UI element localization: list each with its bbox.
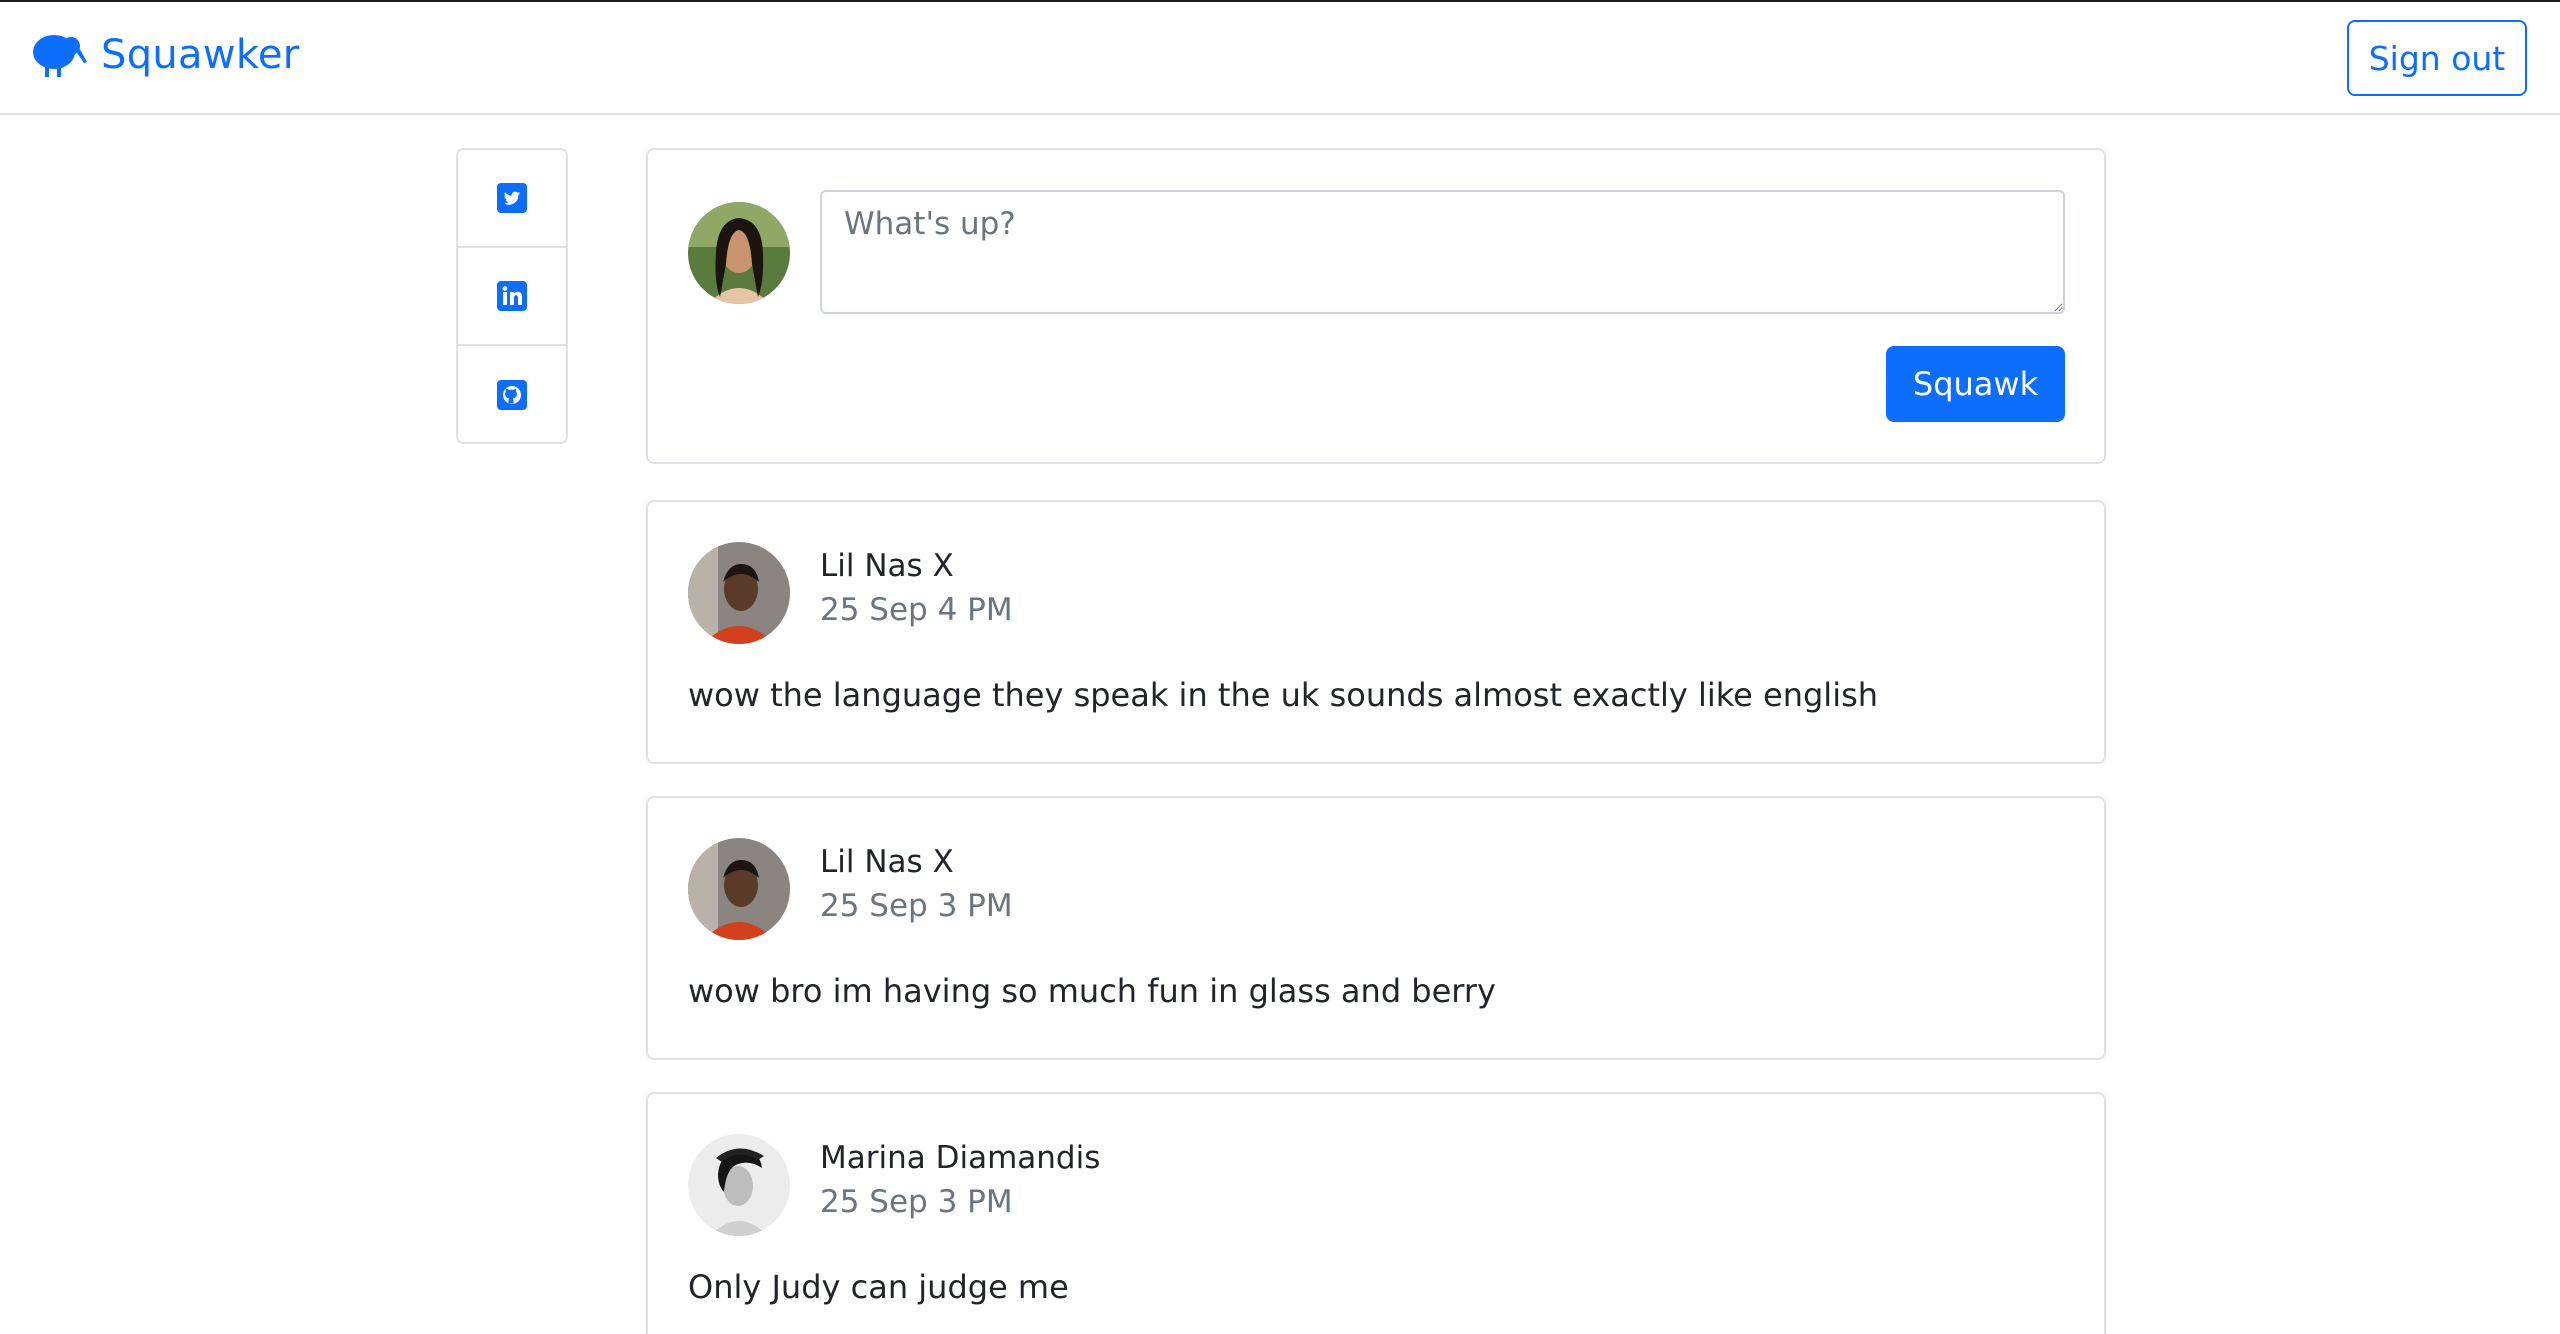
post-text: Only Judy can judge me: [688, 1268, 1069, 1306]
twitter-icon: [497, 183, 527, 213]
author-avatar[interactable]: [688, 1134, 790, 1236]
author-avatar[interactable]: [688, 542, 790, 644]
squawk-button[interactable]: Squawk: [1886, 346, 2065, 422]
post-timestamp: 25 Sep 4 PM: [820, 592, 1013, 628]
post-author[interactable]: Marina Diamandis: [820, 1140, 1100, 1176]
current-user-avatar: [688, 202, 790, 304]
github-icon: [497, 380, 527, 410]
post-text: wow bro im having so much fun in glass a…: [688, 972, 1496, 1010]
author-avatar[interactable]: [688, 838, 790, 940]
brand-name: Squawker: [101, 32, 300, 78]
social-link-twitter[interactable]: [458, 150, 566, 248]
post-card: Lil Nas X 25 Sep 4 PM wow the language t…: [646, 500, 2106, 764]
sign-out-button[interactable]: Sign out: [2347, 20, 2527, 96]
post-author[interactable]: Lil Nas X: [820, 844, 954, 880]
compose-textarea[interactable]: [820, 190, 2065, 314]
linkedin-icon: [497, 281, 527, 311]
post-author[interactable]: Lil Nas X: [820, 548, 954, 584]
post-text: wow the language they speak in the uk so…: [688, 676, 1879, 714]
post-timestamp: 25 Sep 3 PM: [820, 1184, 1013, 1220]
post-timestamp: 25 Sep 3 PM: [820, 888, 1013, 924]
social-link-linkedin[interactable]: [458, 248, 566, 346]
post-card: Lil Nas X 25 Sep 3 PM wow bro im having …: [646, 796, 2106, 1060]
social-links-panel: [456, 148, 568, 444]
kiwi-bird-icon: [33, 35, 87, 77]
social-link-github[interactable]: [458, 346, 566, 442]
post-card: Marina Diamandis 25 Sep 3 PM Only Judy c…: [646, 1092, 2106, 1334]
compose-card: Squawk: [646, 148, 2106, 464]
navbar: Squawker Sign out: [0, 2, 2560, 115]
brand-link[interactable]: Squawker: [31, 32, 300, 78]
